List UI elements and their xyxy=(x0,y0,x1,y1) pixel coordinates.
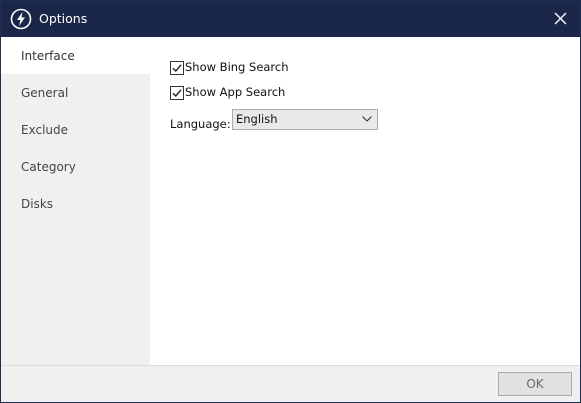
checkmark-icon xyxy=(172,89,182,98)
sidebar-item-label: Exclude xyxy=(21,123,69,137)
sidebar-item-label: Interface xyxy=(21,49,75,63)
ok-button[interactable]: OK xyxy=(498,372,572,396)
sidebar-item-interface[interactable]: Interface xyxy=(1,37,150,74)
sidebar-item-general[interactable]: General xyxy=(1,74,150,111)
language-label: Language: xyxy=(170,117,231,131)
title-bar[interactable]: Options xyxy=(1,1,580,37)
sidebar-item-exclude[interactable]: Exclude xyxy=(1,111,150,148)
sidebar-item-disks[interactable]: Disks xyxy=(1,185,150,222)
show-bing-search-label: Show Bing Search xyxy=(185,60,289,74)
show-app-search-label: Show App Search xyxy=(185,85,286,99)
window-title: Options xyxy=(39,11,88,26)
sidebar: Interface General Exclude Category Disks xyxy=(1,37,150,365)
sidebar-item-label: Category xyxy=(21,160,76,174)
close-icon xyxy=(554,12,567,25)
sidebar-item-category[interactable]: Category xyxy=(1,148,150,185)
interface-panel: Show Bing Search Show App Search Languag… xyxy=(150,37,580,365)
show-app-search-checkbox[interactable] xyxy=(170,86,184,100)
close-button[interactable] xyxy=(540,1,580,37)
sidebar-item-label: General xyxy=(21,86,69,100)
options-window: Options Interface General Exclude Catego… xyxy=(0,0,581,403)
lightning-bolt-icon xyxy=(10,8,32,30)
checkmark-icon xyxy=(172,64,182,73)
language-select[interactable]: English xyxy=(232,109,378,130)
chevron-down-icon xyxy=(362,116,372,122)
language-value: English xyxy=(236,112,278,126)
show-bing-search-checkbox[interactable] xyxy=(170,61,184,75)
footer-bar: OK xyxy=(1,365,580,402)
sidebar-item-label: Disks xyxy=(21,197,54,211)
